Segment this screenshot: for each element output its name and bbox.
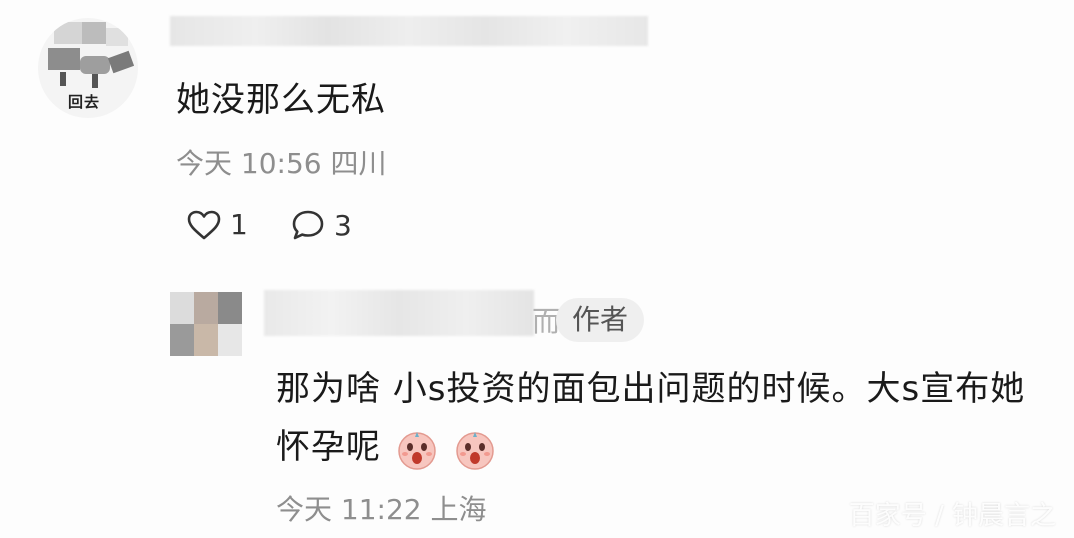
reply-meta: 今天 11:22 上海 [276,488,487,528]
like-count: 1 [230,208,248,241]
speech-bubble-icon [292,210,324,240]
reply-text-block: 那为啥 小s投资的面包出问题的时候。大s宣布她怀孕呢 [276,360,1036,476]
like-button[interactable]: 1 [186,208,248,241]
commenter-avatar[interactable]: 回去 [38,18,138,118]
reply-author-name-blurred[interactable] [264,290,534,336]
comment-meta: 今天 10:56 四川 [176,142,387,182]
comment-location: 四川 [330,147,387,180]
reply-button[interactable]: 3 [290,208,352,242]
shocked-face-emoji [455,431,494,470]
reply-count: 3 [334,208,352,242]
reply-time: 今天 11:22 [276,493,422,526]
heart-outline-icon [187,210,221,239]
avatar-caption: 回去 [68,93,101,111]
reply-author-avatar[interactable] [170,292,242,356]
shocked-face-emoji [398,431,436,470]
comment-text: 她没那么无私 [176,80,386,120]
comment-time: 今天 10:56 [176,147,322,180]
author-badge: 作者 [556,298,645,342]
reply-text: 那为啥 小s投资的面包出问题的时候。大s宣布她怀孕呢 [276,369,1026,467]
reply-location: 上海 [430,493,487,526]
commenter-name-blurred[interactable] [170,16,648,46]
watermark: 百家号 / 钟晨言之 [848,501,1056,531]
